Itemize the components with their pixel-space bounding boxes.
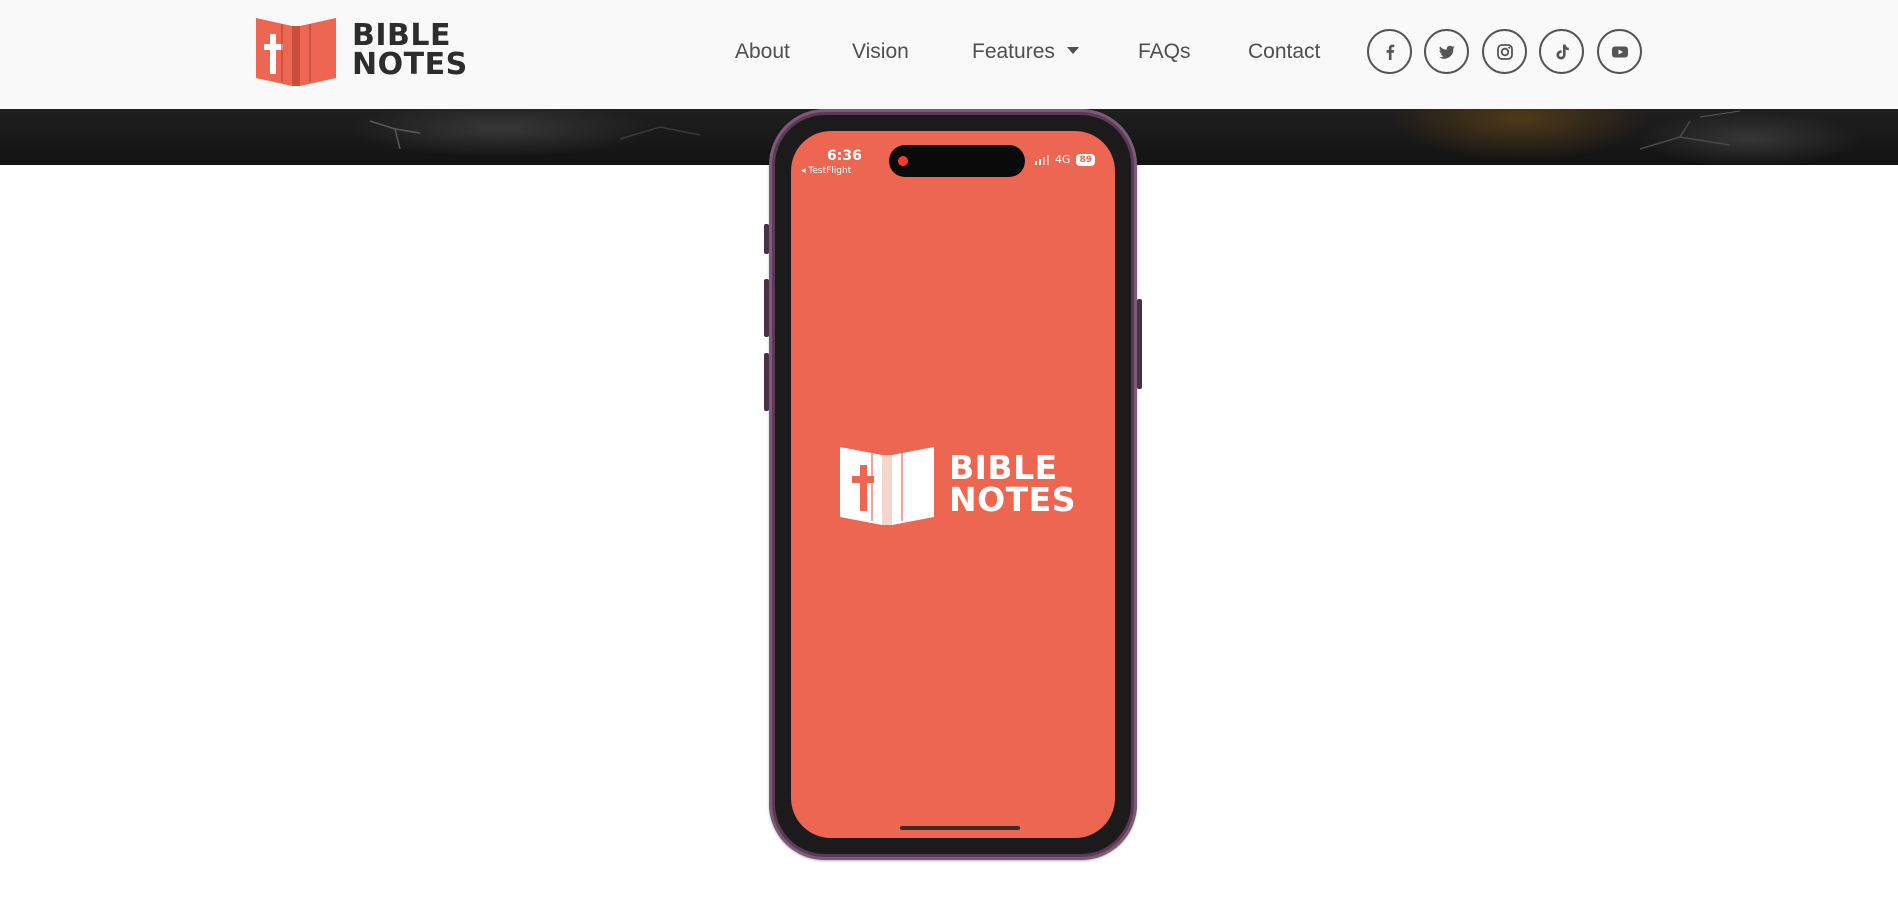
signal-bars-icon	[1034, 154, 1049, 165]
site-header: BIBLE NOTES About Vision Features FAQs C…	[0, 0, 1898, 109]
splash-logo: BIBLE NOTES	[840, 443, 1076, 527]
tiktok-icon[interactable]	[1539, 29, 1584, 74]
facebook-icon[interactable]	[1367, 29, 1412, 74]
nav-item-vision[interactable]: Vision	[852, 40, 909, 64]
network-label: 4G	[1054, 153, 1071, 166]
instagram-icon[interactable]	[1482, 29, 1527, 74]
nav-item-features[interactable]: Features	[972, 40, 1079, 64]
splash-logo-text: BIBLE NOTES	[949, 451, 1076, 519]
logo-line-1: BIBLE	[352, 18, 452, 53]
bible-book-logo-icon	[256, 18, 336, 86]
nav-item-about[interactable]: About	[735, 40, 790, 64]
phone-side-button	[1137, 299, 1142, 389]
nav-item-faqs[interactable]: FAQs	[1138, 40, 1191, 64]
phone-screen: 6:36 ◂ TestFlight 4G 89 BIBLE NOTES	[791, 131, 1115, 838]
phone-side-button	[764, 353, 769, 411]
phone-side-button	[764, 224, 769, 254]
phone-bezel: 6:36 ◂ TestFlight 4G 89 BIBLE NOTES	[775, 115, 1131, 854]
logo-line-2: NOTES	[352, 47, 468, 82]
chevron-down-icon	[1066, 46, 1079, 54]
status-time: 6:36	[827, 148, 862, 164]
bible-book-splash-icon	[840, 447, 934, 525]
status-right: 4G 89	[1034, 153, 1095, 166]
home-indicator	[900, 826, 1020, 830]
battery-icon: 89	[1076, 153, 1095, 166]
nav-item-contact[interactable]: Contact	[1248, 40, 1320, 64]
site-logo-text: BIBLE NOTES	[352, 18, 468, 82]
nav-item-features-label: Features	[972, 40, 1055, 63]
phone-mockup: 6:36 ◂ TestFlight 4G 89 BIBLE NOTES	[764, 109, 1142, 860]
recording-indicator-icon	[898, 156, 908, 166]
twitter-icon[interactable]	[1424, 29, 1469, 74]
testflight-back-link: ◂ TestFlight	[801, 166, 852, 176]
phone-side-button	[764, 279, 769, 337]
youtube-icon[interactable]	[1597, 29, 1642, 74]
dynamic-island	[889, 145, 1025, 177]
splash-line-2: NOTES	[949, 480, 1076, 519]
